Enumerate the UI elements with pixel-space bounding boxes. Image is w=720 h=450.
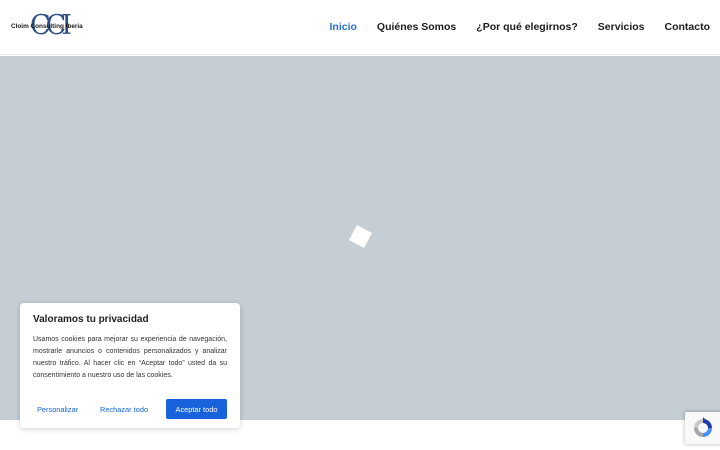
main-nav: Inicio Quiénes Somos ¿Por qué elegirnos?… — [310, 19, 711, 35]
nav-item-por-que-elegirnos[interactable]: ¿Por qué elegirnos? — [476, 21, 578, 33]
site-header: CCI Cloim Consulting Iberia Inicio Quién… — [0, 0, 720, 55]
cookie-banner-title: Valoramos tu privacidad — [33, 314, 149, 325]
loading-square-icon — [349, 225, 372, 248]
cookie-banner-text: Usamos cookies para mejorar su experienc… — [33, 336, 227, 379]
site-logo[interactable]: CCI Cloim Consulting Iberia — [10, 12, 90, 42]
accept-all-cookies-button[interactable]: Aceptar todo — [166, 399, 227, 419]
nav-item-servicios[interactable]: Servicios — [598, 21, 645, 33]
nav-item-contacto[interactable]: Contacto — [665, 21, 711, 33]
recaptcha-badge[interactable] — [685, 412, 720, 444]
reject-all-cookies-button[interactable]: Rechazar todo — [96, 405, 152, 414]
cookie-consent-banner: Valoramos tu privacidad Usamos cookies p… — [20, 303, 240, 428]
page: CCI Cloim Consulting Iberia Inicio Quién… — [0, 0, 720, 450]
nav-item-inicio[interactable]: Inicio — [330, 21, 357, 33]
logo-text: Cloim Consulting Iberia — [11, 23, 83, 30]
nav-item-quienes-somos[interactable]: Quiénes Somos — [377, 21, 456, 33]
recaptcha-icon — [694, 417, 712, 437]
cookie-banner-actions: Personalizar Rechazar todo Aceptar todo — [33, 399, 227, 419]
customize-cookies-button[interactable]: Personalizar — [33, 405, 82, 414]
